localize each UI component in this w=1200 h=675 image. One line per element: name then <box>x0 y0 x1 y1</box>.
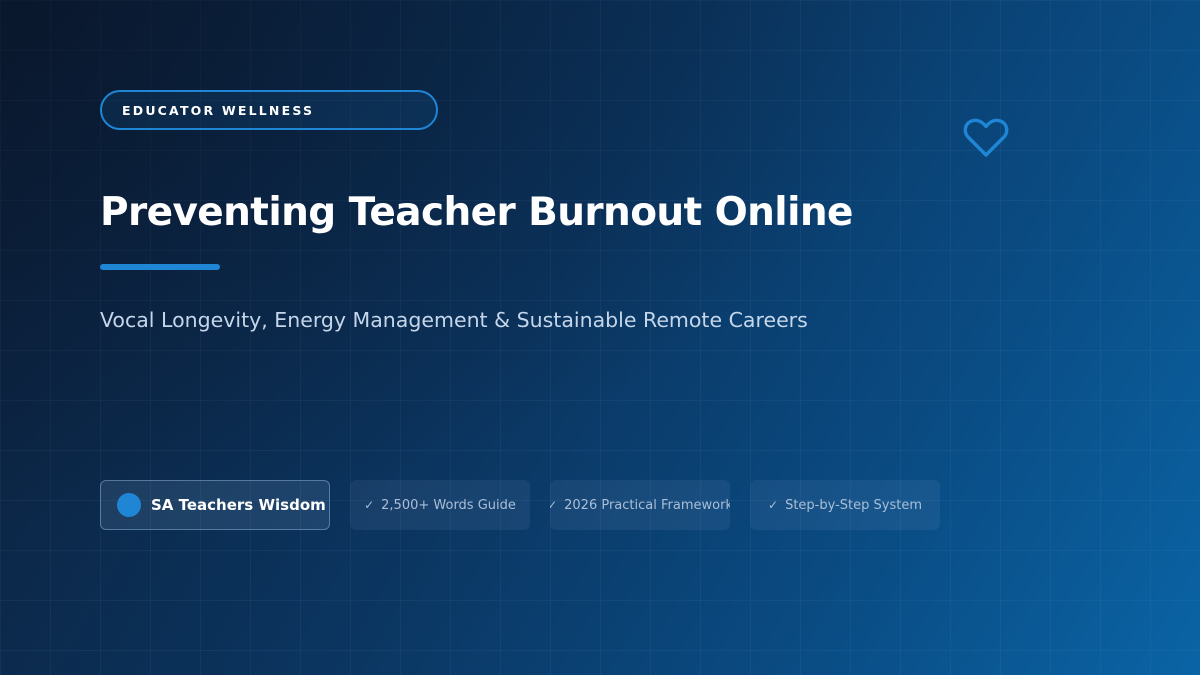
category-pill: EDUCATOR WELLNESS <box>100 90 438 130</box>
feature-chip-framework: ✓ 2026 Practical Framework <box>550 480 730 530</box>
feature-label: Step-by-Step System <box>785 497 922 513</box>
brand-dot-icon <box>117 493 141 517</box>
category-label: EDUCATOR WELLNESS <box>122 102 315 118</box>
title-underline <box>100 264 220 270</box>
feature-chip-word-count: ✓ 2,500+ Words Guide <box>350 480 530 530</box>
page-subtitle: Vocal Longevity, Energy Management & Sus… <box>100 308 808 332</box>
feature-chip-system: ✓ Step-by-Step System <box>750 480 940 530</box>
feature-label: 2,500+ Words Guide <box>381 497 516 513</box>
heart-icon <box>963 118 1009 157</box>
checkmark-icon: ✓ <box>550 498 558 512</box>
feature-label: 2026 Practical Framework <box>564 497 730 513</box>
page-title: Preventing Teacher Burnout Online <box>100 190 853 235</box>
brand-badge: SA Teachers Wisdom <box>100 480 330 530</box>
checkmark-icon: ✓ <box>364 498 375 512</box>
brand-name: SA Teachers Wisdom <box>151 496 326 514</box>
checkmark-icon: ✓ <box>768 498 779 512</box>
